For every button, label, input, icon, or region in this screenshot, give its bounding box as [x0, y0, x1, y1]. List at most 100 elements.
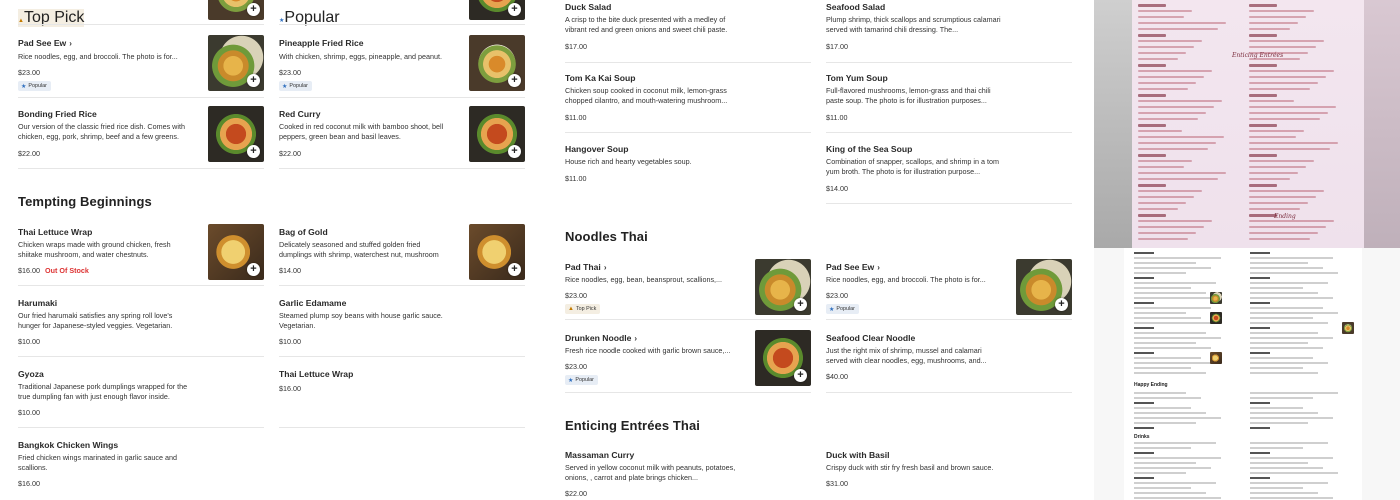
item-name: Massaman Curry	[565, 450, 635, 460]
item-description: Chicken wraps made with ground chicken, …	[18, 240, 171, 260]
food-photo[interactable]: +	[755, 259, 811, 315]
photo-background	[1364, 0, 1400, 248]
add-item-button[interactable]: +	[508, 263, 521, 276]
menu-text-heading	[1138, 214, 1166, 217]
item-price: $14.00	[826, 184, 848, 193]
add-item-button[interactable]: +	[508, 3, 521, 16]
menu-item-card[interactable]: Tom Yum Soup Full-flavored mushrooms, le…	[826, 70, 1072, 133]
food-thumbnail	[1210, 292, 1222, 304]
menu-item-card[interactable]: Bag of Gold Delicately seasoned and stuf…	[279, 222, 525, 286]
menu-text-line	[1250, 487, 1303, 489]
menu-text-line	[1250, 472, 1338, 474]
add-item-button[interactable]: +	[508, 74, 521, 87]
menu-text-line	[1138, 178, 1218, 180]
menu-text-line	[1134, 487, 1191, 489]
food-photo[interactable]: +	[208, 0, 264, 20]
menu-item-card[interactable]: Bangkok Chicken Wings Fried chicken wing…	[18, 435, 264, 499]
menu-text-line	[1138, 100, 1222, 102]
menu-item-card[interactable]: Seafood Salad Plump shrimp, thick scallo…	[826, 0, 1072, 63]
star-icon: ★	[829, 306, 835, 313]
menu-text-line	[1249, 22, 1298, 24]
menu-item-card[interactable]: Duck with Basil Crispy duck with stir fr…	[826, 446, 1072, 500]
menu-item-card[interactable]: Hangover Soup House rich and hearty vege…	[565, 141, 811, 204]
menu-text-line	[1138, 58, 1178, 60]
menu-text-heading	[1134, 452, 1154, 454]
add-item-button[interactable]: +	[247, 263, 260, 276]
add-item-button[interactable]: +	[1055, 298, 1068, 311]
menu-text-heading	[1249, 154, 1277, 157]
food-photo[interactable]: +	[469, 224, 525, 280]
add-item-button[interactable]: +	[794, 298, 807, 311]
menu-item-card[interactable]: Garlic Edamame Steamed plump soy beans w…	[279, 293, 525, 357]
menu-heading: Happy Ending	[1134, 382, 1168, 388]
section-title: Enticing Entrées Thai	[565, 418, 701, 433]
menu-text-heading	[1250, 427, 1270, 429]
menu-text-line	[1138, 88, 1188, 90]
menu-item-card[interactable]: Bonding Fried Rice Our version of the cl…	[18, 103, 264, 169]
menu-item-card[interactable]: Thai Lettuce Wrap $16.00	[279, 364, 525, 428]
menu-item-card[interactable]: Pad See Ew › Rice noodles, egg, and brocc…	[18, 32, 264, 98]
menu-text-line	[1138, 208, 1178, 210]
menu-item-card[interactable]: Pineapple Fried Rice With chicken, shrim…	[279, 32, 525, 98]
menu-text-line	[1134, 272, 1186, 274]
menu-text-line	[1250, 417, 1333, 419]
menu-text-line	[1134, 307, 1211, 309]
food-photo[interactable]: +	[1016, 259, 1072, 315]
menu-text-heading	[1134, 302, 1154, 304]
chevron-right-icon: ›	[634, 333, 638, 343]
menu-item-card[interactable]: Massaman Curry Served in yellow coconut …	[565, 446, 811, 500]
item-description: Served in yellow coconut milk with peanu…	[565, 463, 736, 483]
menu-text-line	[1134, 482, 1216, 484]
menu-text-line	[1134, 412, 1206, 414]
menu-item-card[interactable]: Red Curry Cooked in red coconut milk wit…	[279, 103, 525, 169]
star-icon: ★	[21, 83, 27, 90]
menu-text-heading	[1134, 327, 1154, 329]
add-item-button[interactable]: +	[247, 74, 260, 87]
menu-text-line	[1134, 317, 1201, 319]
add-item-button[interactable]: +	[247, 145, 260, 158]
item-price: $31.00	[826, 479, 848, 488]
item-price: $16.00	[18, 479, 40, 488]
food-photo[interactable]: +	[469, 0, 525, 20]
menu-text-line	[1249, 166, 1306, 168]
food-photo[interactable]: +	[469, 35, 525, 91]
item-name: Red Curry	[279, 109, 321, 119]
item-price: $14.00	[279, 266, 301, 275]
menu-item-card[interactable]: King of the Sea Soup Combination of snap…	[826, 141, 1072, 204]
food-photo[interactable]: +	[755, 330, 811, 386]
menu-item-card[interactable]: Pad Thai › Rice noodles, egg, bean, beans…	[565, 256, 811, 320]
add-item-button[interactable]: +	[794, 369, 807, 382]
food-photo[interactable]: +	[469, 106, 525, 162]
chevron-right-icon: ›	[69, 38, 72, 48]
menu-item-card[interactable]: Duck Salad A crisp to the bite duck pres…	[565, 0, 811, 63]
menu-item-card[interactable]: Gyoza Traditional Japanese pork dumpling…	[18, 364, 264, 428]
item-description: Rice noodles, egg, and broccoli. The pho…	[18, 52, 178, 61]
food-photo[interactable]: +	[208, 224, 264, 280]
menu-item-card[interactable]: Thai Lettuce Wrap Chicken wraps made wit…	[18, 222, 264, 286]
menu-text-line	[1249, 196, 1316, 198]
top-pick-badge: ▲Top Pick	[565, 304, 601, 314]
menu-text-line	[1249, 226, 1326, 228]
menu-text-line	[1134, 262, 1196, 264]
menu-text-line	[1134, 417, 1221, 419]
menu-text-line	[1249, 70, 1334, 72]
menu-text-line	[1138, 52, 1186, 54]
menu-text-line	[1250, 297, 1333, 299]
menu-text-line	[1250, 412, 1318, 414]
menu-text-heading	[1134, 427, 1154, 429]
menu-item-card[interactable]: Tom Ka Kai Soup Chicken soup cooked in c…	[565, 70, 811, 133]
menu-text-line	[1134, 372, 1206, 374]
food-photo[interactable]: +	[208, 106, 264, 162]
menu-item-card[interactable]: Seafood Clear Noodle Just the right mix …	[826, 327, 1072, 393]
section-title: Noodles Thai	[565, 229, 648, 244]
food-photo[interactable]: +	[208, 35, 264, 91]
menu-text-heading	[1250, 277, 1270, 279]
add-item-button[interactable]: +	[247, 3, 260, 16]
menu-item-card[interactable]: Drunken Noodle › Fresh rice noodle cooked…	[565, 327, 811, 393]
item-name: King of the Sea Soup	[826, 144, 913, 154]
menu-item-card[interactable]: Harumaki Our fried harumaki satisfies an…	[18, 293, 264, 357]
add-item-button[interactable]: +	[508, 145, 521, 158]
item-name: Garlic Edamame	[279, 298, 347, 308]
popular-badge: ★Popular	[565, 375, 598, 385]
menu-item-card[interactable]: Pad See Ew › Rice noodles, egg, and brocc…	[826, 256, 1072, 320]
